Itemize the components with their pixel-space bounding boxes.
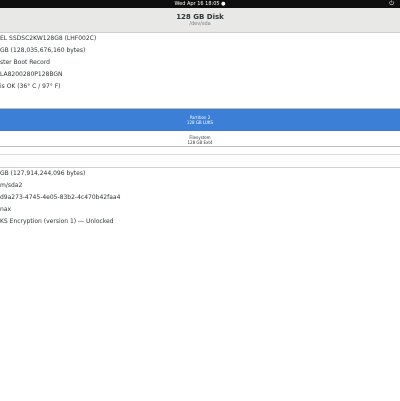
filesystem-block[interactable]: Filesystem 128 GB Ext4 — [0, 131, 400, 146]
partition-size: 128 GB LUKS — [186, 120, 214, 125]
power-icon[interactable]: ⏻ — [389, 0, 394, 8]
disk-model-value: EL SSDSC2KW128G8 (LHF002C) — [0, 35, 97, 42]
volume-size-value: GB (127,914,244,096 bytes) — [0, 170, 86, 177]
top-bar: Wed Apr 16 18:05 ● ⏻ — [0, 0, 400, 8]
clock[interactable]: Wed Apr 16 18:05 ● — [174, 1, 225, 7]
volume-details-panel: GB (127,914,244,096 bytes) m/sda2 d9a273… — [0, 167, 400, 401]
volume-type-value: nax — [0, 206, 12, 213]
disk-assessment-value: is OK (36° C / 97° F) — [0, 83, 61, 90]
volume-contents-value: KS Encryption (version 1) — Unlocked — [0, 218, 114, 225]
volume-device-value: m/sda2 — [0, 182, 23, 189]
disk-partitioning-value: ster Boot Record — [0, 59, 50, 66]
page-subtitle: /dev/sda — [189, 21, 211, 27]
page-title: 128 GB Disk — [176, 13, 224, 21]
window-header: 128 GB Disk /dev/sda — [0, 8, 400, 33]
divider — [0, 154, 400, 155]
volume-map: Partition 2 128 GB LUKS Filesystem 128 G… — [0, 108, 400, 147]
partition-block[interactable]: Partition 2 128 GB LUKS — [0, 109, 400, 131]
disk-serial-value: LA8200280P128BGN — [0, 71, 63, 78]
disk-size-value: GB (128,035,676,160 bytes) — [0, 47, 86, 54]
filesystem-detail: 128 GB Ext4 — [187, 140, 213, 145]
volume-uuid-value: d9a273-4745-4e05-83b2-4c470b42faa4 — [0, 194, 121, 201]
